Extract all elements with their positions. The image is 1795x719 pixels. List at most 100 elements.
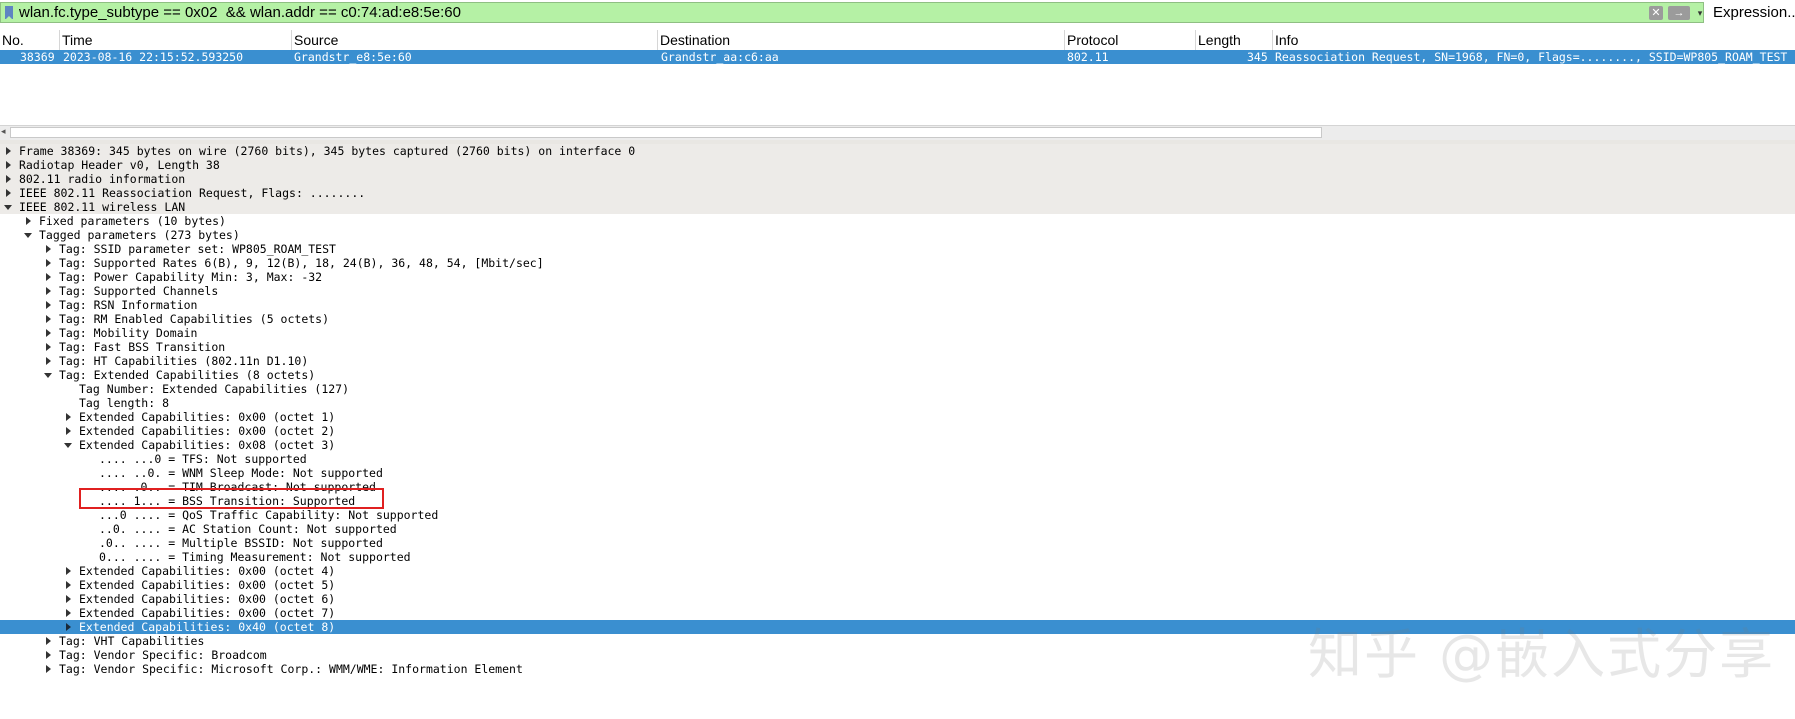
expand-triangle-icon[interactable] <box>43 354 53 368</box>
detail-row-text: Tag: Supported Rates 6(B), 9, 12(B), 18,… <box>59 256 544 270</box>
collapse-triangle-icon[interactable] <box>63 438 73 452</box>
detail-row-text: Tag: Extended Capabilities (8 octets) <box>59 368 316 382</box>
column-header-destination[interactable]: Destination <box>658 30 1065 50</box>
detail-row[interactable]: Extended Capabilities: 0x00 (octet 4) <box>0 564 1795 578</box>
collapse-triangle-icon[interactable] <box>23 228 33 242</box>
detail-row-text: Extended Capabilities: 0x00 (octet 1) <box>79 410 336 424</box>
detail-row[interactable]: Tag: Power Capability Min: 3, Max: -32 <box>0 270 1795 284</box>
detail-row-text: .... ..0. = WNM Sleep Mode: Not supporte… <box>99 466 383 480</box>
detail-row-text: 0... .... = Timing Measurement: Not supp… <box>99 550 411 564</box>
detail-row[interactable]: Tag: Mobility Domain <box>0 326 1795 340</box>
expand-triangle-icon[interactable] <box>63 592 73 606</box>
column-header-protocol[interactable]: Protocol <box>1065 30 1196 50</box>
detail-row-text: Extended Capabilities: 0x00 (octet 2) <box>79 424 336 438</box>
apply-filter-icon[interactable]: → <box>1668 6 1690 20</box>
detail-row[interactable]: ..0. .... = AC Station Count: Not suppor… <box>0 522 1795 536</box>
scrollbar-thumb[interactable] <box>10 127 1322 138</box>
detail-row[interactable]: Tag: SSID parameter set: WP805_ROAM_TEST <box>0 242 1795 256</box>
detail-row[interactable]: Fixed parameters (10 bytes) <box>0 214 1795 228</box>
detail-row[interactable]: IEEE 802.11 Reassociation Request, Flags… <box>0 186 1795 200</box>
detail-row[interactable]: Tag Number: Extended Capabilities (127) <box>0 382 1795 396</box>
expand-triangle-icon[interactable] <box>43 298 53 312</box>
detail-row[interactable]: Extended Capabilities: 0x00 (octet 1) <box>0 410 1795 424</box>
detail-row[interactable]: ...0 .... = QoS Traffic Capability: Not … <box>0 508 1795 522</box>
detail-row-text: Tag: Vendor Specific: Broadcom <box>59 648 267 662</box>
expand-triangle-icon[interactable] <box>43 312 53 326</box>
detail-row-text: Tag: RM Enabled Capabilities (5 octets) <box>59 312 330 326</box>
expand-triangle-icon[interactable] <box>43 270 53 284</box>
detail-row[interactable]: Tag length: 8 <box>0 396 1795 410</box>
filter-history-dropdown-icon[interactable]: ▾ <box>1695 6 1705 20</box>
detail-row[interactable]: Tag: HT Capabilities (802.11n D1.10) <box>0 354 1795 368</box>
detail-row[interactable]: Extended Capabilities: 0x00 (octet 6) <box>0 592 1795 606</box>
detail-row[interactable]: Extended Capabilities: 0x08 (octet 3) <box>0 438 1795 452</box>
detail-row[interactable]: Tagged parameters (273 bytes) <box>0 228 1795 242</box>
watermark: 知乎 @嵌入式分享 <box>1308 623 1776 686</box>
detail-row[interactable]: Tag: Supported Channels <box>0 284 1795 298</box>
expand-triangle-icon[interactable] <box>3 158 13 172</box>
display-filter-input[interactable]: wlan.fc.type_subtype == 0x02 && wlan.add… <box>0 2 1704 23</box>
detail-row[interactable]: .... ..0. = WNM Sleep Mode: Not supporte… <box>0 466 1795 480</box>
scroll-left-icon[interactable]: ◂ <box>1 126 6 137</box>
packet-list-horizontal-scrollbar[interactable]: ◂ <box>0 125 1795 141</box>
column-header-length[interactable]: Length <box>1196 30 1273 50</box>
expand-triangle-icon[interactable] <box>3 186 13 200</box>
detail-row[interactable]: Tag: Supported Rates 6(B), 9, 12(B), 18,… <box>0 256 1795 270</box>
detail-row-text: Tagged parameters (273 bytes) <box>39 228 240 242</box>
expand-triangle-icon[interactable] <box>63 620 73 634</box>
detail-row-text: Tag: SSID parameter set: WP805_ROAM_TEST <box>59 242 336 256</box>
detail-row[interactable]: Radiotap Header v0, Length 38 <box>0 158 1795 172</box>
packet-row[interactable]: 38369 2023-08-16 22:15:52.593250 Grandst… <box>0 50 1795 64</box>
detail-row[interactable]: IEEE 802.11 wireless LAN <box>0 200 1795 214</box>
expand-triangle-icon[interactable] <box>63 578 73 592</box>
expand-triangle-icon[interactable] <box>63 564 73 578</box>
expand-triangle-icon[interactable] <box>23 214 33 228</box>
detail-row[interactable]: Tag: RSN Information <box>0 298 1795 312</box>
expand-triangle-icon[interactable] <box>3 144 13 158</box>
expand-triangle-icon[interactable] <box>43 648 53 662</box>
filter-bookmark-icon[interactable] <box>5 6 13 20</box>
expand-triangle-icon[interactable] <box>63 424 73 438</box>
expand-triangle-icon[interactable] <box>63 606 73 620</box>
expand-triangle-icon[interactable] <box>43 242 53 256</box>
detail-row[interactable]: Frame 38369: 345 bytes on wire (2760 bit… <box>0 144 1795 158</box>
detail-row-text: Tag: HT Capabilities (802.11n D1.10) <box>59 354 309 368</box>
display-filter-text[interactable]: wlan.fc.type_subtype == 0x02 && wlan.add… <box>19 4 461 21</box>
expand-triangle-icon[interactable] <box>63 410 73 424</box>
detail-row[interactable]: Tag: Extended Capabilities (8 octets) <box>0 368 1795 382</box>
expand-triangle-icon[interactable] <box>43 634 53 648</box>
packet-destination: Grandstr_aa:c6:aa <box>661 50 779 64</box>
expand-triangle-icon[interactable] <box>43 340 53 354</box>
expand-triangle-icon[interactable] <box>43 284 53 298</box>
detail-row[interactable]: Extended Capabilities: 0x00 (octet 2) <box>0 424 1795 438</box>
column-header-source[interactable]: Source <box>292 30 658 50</box>
detail-row-text: Tag: Power Capability Min: 3, Max: -32 <box>59 270 323 284</box>
detail-row-text: .0.. .... = Multiple BSSID: Not supporte… <box>99 536 383 550</box>
detail-row-text: Fixed parameters (10 bytes) <box>39 214 226 228</box>
detail-row-text: Tag: Fast BSS Transition <box>59 340 226 354</box>
detail-row[interactable]: Tag: Fast BSS Transition <box>0 340 1795 354</box>
packet-time: 2023-08-16 22:15:52.593250 <box>63 50 244 64</box>
column-header-time[interactable]: Time <box>60 30 292 50</box>
detail-row[interactable]: .... ...0 = TFS: Not supported <box>0 452 1795 466</box>
detail-row[interactable]: 0... .... = Timing Measurement: Not supp… <box>0 550 1795 564</box>
detail-row-text: .... ...0 = TFS: Not supported <box>99 452 307 466</box>
expand-triangle-icon[interactable] <box>43 662 53 676</box>
packet-no: 38369 <box>20 50 55 64</box>
collapse-triangle-icon[interactable] <box>43 368 53 382</box>
column-header-no[interactable]: No. <box>0 30 60 50</box>
collapse-triangle-icon[interactable] <box>3 200 13 214</box>
expand-triangle-icon[interactable] <box>43 256 53 270</box>
detail-row[interactable]: .0.. .... = Multiple BSSID: Not supporte… <box>0 536 1795 550</box>
detail-row[interactable]: 802.11 radio information <box>0 172 1795 186</box>
expression-button[interactable]: Expression... <box>1713 4 1795 21</box>
detail-row-text: Radiotap Header v0, Length 38 <box>19 158 220 172</box>
clear-filter-icon[interactable]: ✕ <box>1649 6 1663 20</box>
column-header-info[interactable]: Info <box>1273 30 1795 50</box>
detail-row[interactable]: Extended Capabilities: 0x00 (octet 5) <box>0 578 1795 592</box>
detail-row-text: Extended Capabilities: 0x00 (octet 5) <box>79 578 336 592</box>
expand-triangle-icon[interactable] <box>3 172 13 186</box>
expand-triangle-icon[interactable] <box>43 326 53 340</box>
detail-row[interactable]: Tag: RM Enabled Capabilities (5 octets) <box>0 312 1795 326</box>
detail-row-text: Extended Capabilities: 0x00 (octet 4) <box>79 564 336 578</box>
